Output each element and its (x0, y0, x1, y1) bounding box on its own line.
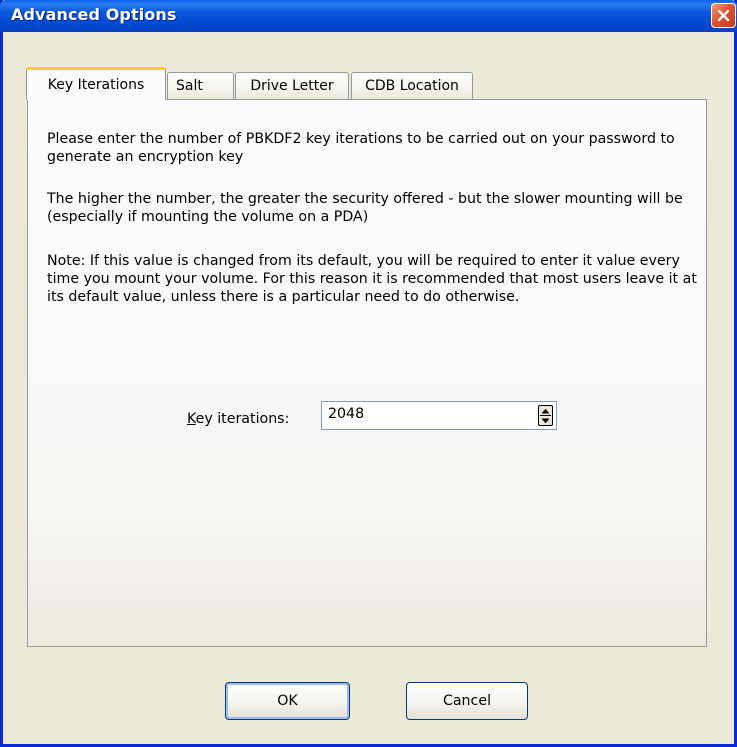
tab-drive-letter[interactable]: Drive Letter (235, 72, 349, 99)
key-iterations-label-text: ey iterations: (195, 411, 290, 427)
note-paragraph: Note: If this value is changed from its … (47, 253, 697, 305)
tab-key-iterations[interactable]: Key Iterations (26, 67, 166, 100)
key-iterations-spinbox[interactable]: 2048 (321, 401, 557, 430)
spin-up-arrow-icon (541, 408, 550, 413)
tab-cdb-location[interactable]: CDB Location (351, 72, 473, 99)
title-bar[interactable]: Advanced Options (0, 0, 737, 32)
tab-salt[interactable]: Salt (167, 72, 234, 99)
key-iterations-label: Key iterations: (187, 411, 289, 427)
spin-down-arrow-icon (541, 418, 550, 423)
cancel-button[interactable]: Cancel (406, 682, 528, 720)
spin-buttons[interactable] (538, 405, 553, 426)
key-iterations-input[interactable]: 2048 (328, 406, 364, 422)
spin-down-button[interactable] (539, 416, 552, 425)
close-icon (717, 9, 730, 22)
security-paragraph: The higher the number, the greater the s… (47, 191, 683, 225)
close-button[interactable] (711, 3, 736, 28)
spin-up-button[interactable] (539, 406, 552, 415)
ok-button[interactable]: OK (225, 682, 350, 720)
intro-paragraph: Please enter the number of PBKDF2 key it… (47, 131, 675, 165)
key-iterations-panel: Please enter the number of PBKDF2 key it… (27, 99, 707, 647)
window-title: Advanced Options (11, 5, 177, 24)
key-iterations-label-accelerator: K (187, 411, 196, 427)
